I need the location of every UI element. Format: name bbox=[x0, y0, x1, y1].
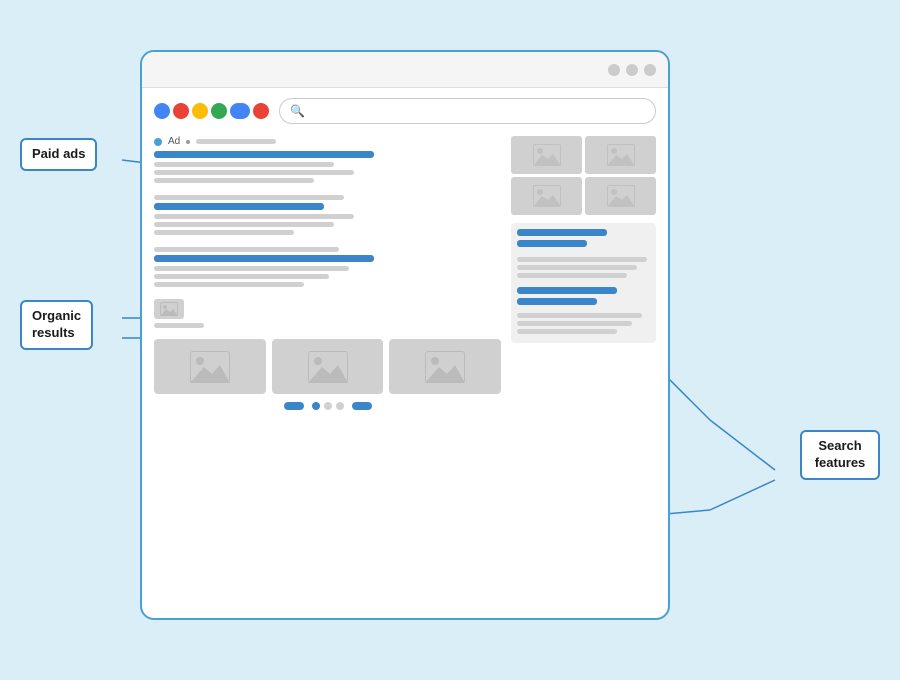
org2-desc-bar-3 bbox=[154, 282, 304, 287]
main-container: 🔍 Ad bbox=[20, 20, 880, 660]
ad-title-bar bbox=[154, 151, 374, 158]
right-footer-3 bbox=[517, 329, 617, 334]
large-img-3 bbox=[389, 339, 501, 394]
logo-dot-blue2 bbox=[230, 103, 250, 119]
image-row bbox=[154, 339, 501, 394]
logo-dot-green bbox=[211, 103, 227, 119]
ad-url-bar bbox=[196, 139, 276, 144]
prev-page-arrow[interactable] bbox=[284, 402, 304, 410]
paid-ads-annotation: Paid ads bbox=[20, 138, 97, 171]
right-text-panel bbox=[511, 223, 656, 343]
ad-indicator-dot bbox=[154, 138, 162, 146]
right-desc-2 bbox=[517, 265, 637, 270]
logo-dot-yellow bbox=[192, 103, 208, 119]
search-bar[interactable]: 🔍 bbox=[279, 98, 656, 124]
organic-results-annotation: Organic results bbox=[20, 300, 93, 350]
organic-result-1 bbox=[154, 195, 501, 235]
browser-titlebar bbox=[142, 52, 668, 88]
org1-desc-bar-2 bbox=[154, 222, 334, 227]
right-desc-1 bbox=[517, 257, 647, 262]
browser-window-controls bbox=[608, 64, 656, 76]
organic-results-label-1: Organic bbox=[32, 308, 81, 323]
right-image-grid bbox=[511, 136, 656, 215]
browser-dot-2 bbox=[626, 64, 638, 76]
large-img-1 bbox=[154, 339, 266, 394]
right-link-bar-2 bbox=[517, 298, 597, 305]
ad-desc-bar-3 bbox=[154, 178, 314, 183]
logo-dot-blue bbox=[154, 103, 170, 119]
browser-window: 🔍 Ad bbox=[140, 50, 670, 620]
ad-separator-dot bbox=[186, 140, 190, 144]
right-img-4 bbox=[585, 177, 656, 215]
logo-dot-red2 bbox=[253, 103, 269, 119]
search-features-label-2: features bbox=[815, 455, 866, 470]
org1-title-bar bbox=[154, 203, 324, 210]
organic-results-label-2: results bbox=[32, 325, 75, 340]
logo-dot-red bbox=[173, 103, 189, 119]
browser-content: 🔍 Ad bbox=[142, 88, 668, 618]
right-img-3 bbox=[511, 177, 582, 215]
right-desc-3 bbox=[517, 273, 627, 278]
page-dot-1[interactable] bbox=[312, 402, 320, 410]
browser-dot-1 bbox=[608, 64, 620, 76]
small-img-top-container bbox=[154, 299, 204, 331]
org2-title-bar bbox=[154, 255, 374, 262]
right-img-1 bbox=[511, 136, 582, 174]
right-footer-1 bbox=[517, 313, 642, 318]
small-img-top bbox=[154, 299, 184, 319]
org1-desc-bar-1 bbox=[154, 214, 354, 219]
right-title-bar-2 bbox=[517, 240, 587, 247]
search-header: 🔍 bbox=[154, 98, 656, 124]
search-features-annotation: Search features bbox=[800, 430, 880, 480]
right-title-bar-1 bbox=[517, 229, 607, 236]
ad-result-block bbox=[154, 151, 501, 183]
right-panel bbox=[511, 136, 656, 410]
results-layout: Ad bbox=[154, 136, 656, 410]
right-img-2 bbox=[585, 136, 656, 174]
small-img-label bbox=[154, 323, 204, 328]
org1-desc-bar-3 bbox=[154, 230, 294, 235]
search-icon: 🔍 bbox=[290, 104, 305, 118]
right-link-bar-1 bbox=[517, 287, 617, 294]
next-page-arrow[interactable] bbox=[352, 402, 372, 410]
ad-label-row: Ad bbox=[154, 136, 501, 147]
ad-desc-bar-2 bbox=[154, 170, 354, 175]
page-dots bbox=[312, 402, 344, 410]
org2-desc-bar-2 bbox=[154, 274, 329, 279]
left-column: Ad bbox=[154, 136, 501, 410]
page-dot-3[interactable] bbox=[336, 402, 344, 410]
org1-url-bar bbox=[154, 195, 344, 200]
org2-url-bar bbox=[154, 247, 339, 252]
ad-desc-bar-1 bbox=[154, 162, 334, 167]
page-dot-2[interactable] bbox=[324, 402, 332, 410]
search-features-label-1: Search bbox=[818, 438, 861, 453]
org2-desc-bar-1 bbox=[154, 266, 349, 271]
ad-text: Ad bbox=[168, 136, 180, 147]
paid-ads-label: Paid ads bbox=[32, 146, 85, 161]
right-footer-2 bbox=[517, 321, 632, 326]
organic-result-2 bbox=[154, 247, 501, 287]
browser-dot-3 bbox=[644, 64, 656, 76]
pagination bbox=[154, 402, 501, 410]
image-section bbox=[154, 299, 501, 331]
google-logo bbox=[154, 103, 269, 119]
large-img-2 bbox=[272, 339, 384, 394]
